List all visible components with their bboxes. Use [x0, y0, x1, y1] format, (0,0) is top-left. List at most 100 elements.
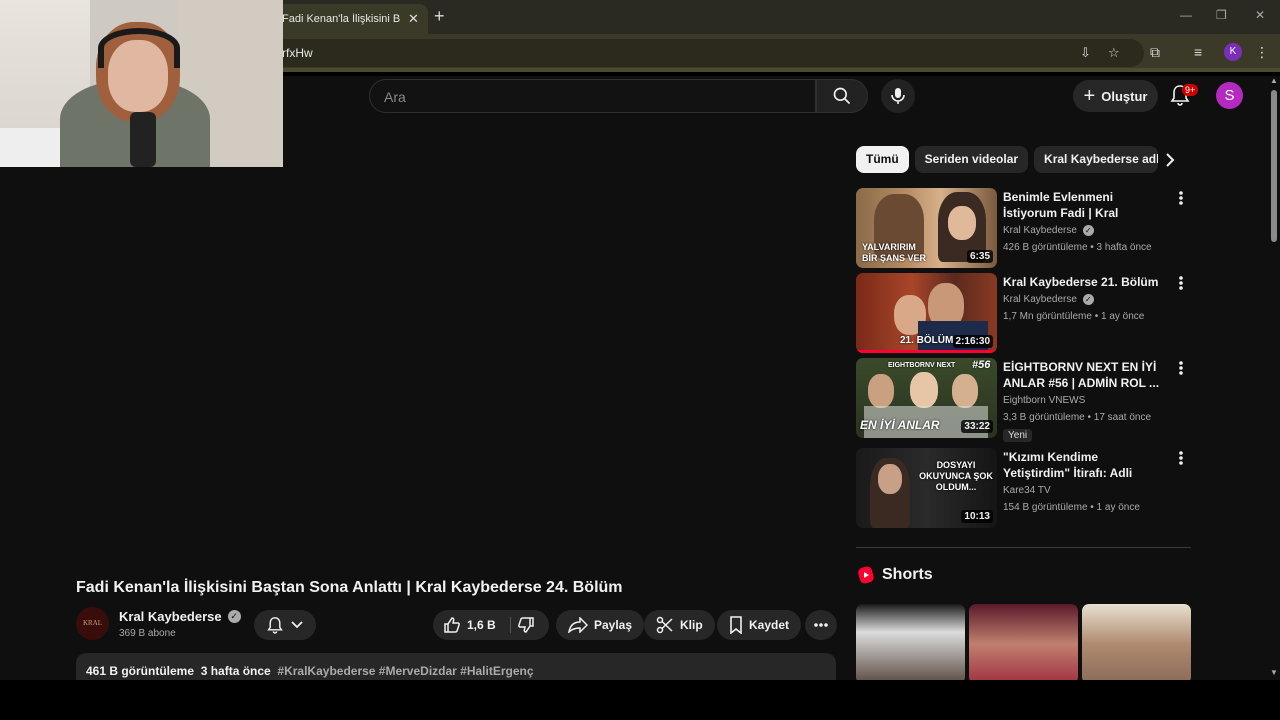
- video-meta: 154 B görüntüleme • 1 ay önce: [1003, 502, 1140, 513]
- omnibox[interactable]: rfxHw ⇩ ☆: [248, 39, 1144, 67]
- recommendation-item[interactable]: 21. BÖLÜM 2:16:30 Kral Kaybederse 21. Bö…: [856, 273, 1191, 353]
- channel-avatar[interactable]: KRAL: [76, 607, 109, 640]
- minimize-icon[interactable]: —: [1180, 8, 1192, 22]
- short-thumbnail[interactable]: [1082, 604, 1191, 680]
- shorts-logo-icon: [858, 566, 874, 584]
- thumbnail-caption: YALVARIRIM BİR ŞANS VER: [862, 242, 927, 263]
- subscriber-count: 369 B abone: [119, 628, 176, 639]
- create-button[interactable]: + Oluştur: [1073, 80, 1158, 112]
- video-duration: 2:16:30: [952, 335, 993, 348]
- chevron-right-icon[interactable]: [1163, 152, 1177, 168]
- video-thumbnail[interactable]: EIGHTBORNV NEXT #56 EN İYİ ANLAR 33:22: [856, 358, 997, 438]
- hashtags[interactable]: #KralKaybederse #MerveDizdar #HalitErgen…: [277, 664, 533, 678]
- dislike-button[interactable]: [517, 616, 535, 639]
- notification-badge: 9+: [1182, 84, 1199, 96]
- microphone-icon: [891, 88, 905, 104]
- browser-tab[interactable]: Fadi Kenan'la İlişkisini Baştan Sona Anl…: [268, 4, 428, 34]
- tab-close-icon[interactable]: ✕: [408, 11, 419, 27]
- scroll-up-arrow-icon[interactable]: ▲: [1270, 76, 1278, 85]
- upload-age: 3 hafta önce: [200, 664, 271, 678]
- window-close-icon[interactable]: ✕: [1255, 8, 1265, 22]
- video-duration: 10:13: [961, 510, 993, 523]
- video-thumbnail[interactable]: DOSYAYI OKUYUNCA ŞOK OLDUM... 10:13: [856, 448, 997, 528]
- share-label: Paylaş: [594, 618, 633, 632]
- url-text: rfxHw: [282, 46, 313, 60]
- chip-series-videos[interactable]: Seriden videolar: [914, 146, 1029, 173]
- chip-kral-kaybederse[interactable]: Kral Kaybederse adlı yapım: [1034, 146, 1159, 173]
- save-label: Kaydet: [749, 618, 790, 632]
- channel-name[interactable]: Kral Kaybederse ✓: [1003, 294, 1094, 305]
- shorts-label: Shorts: [882, 566, 933, 583]
- video-title[interactable]: Kral Kaybederse 21. Bölüm: [1003, 274, 1163, 290]
- share-button[interactable]: Paylaş: [556, 610, 645, 640]
- shorts-heading: Shorts: [858, 566, 933, 584]
- video-title[interactable]: "Kızımı Kendime Yetiştirdim" İtirafı: Ad…: [1003, 449, 1163, 481]
- video-duration: 6:35: [966, 250, 993, 263]
- short-thumbnail[interactable]: [969, 604, 1078, 680]
- video-thumbnail[interactable]: 21. BÖLÜM 2:16:30: [856, 273, 997, 353]
- search-placeholder: Ara: [384, 89, 406, 105]
- video-title[interactable]: EİGHTBORNV NEXT EN İYİ ANLAR #56 | ADMİN…: [1003, 359, 1163, 391]
- share-icon: [568, 617, 588, 633]
- browser-menu-icon[interactable]: ⋮: [1255, 44, 1269, 61]
- search-input[interactable]: Ara: [369, 79, 816, 113]
- search-button[interactable]: [816, 79, 868, 113]
- scissors-icon: [656, 616, 673, 634]
- verified-icon: ✓: [1082, 294, 1094, 305]
- short-thumbnail[interactable]: [856, 604, 965, 680]
- tab-title: Fadi Kenan'la İlişkisini Baştan Sona Anl…: [282, 13, 400, 25]
- bookmark-icon: [730, 616, 742, 634]
- channel-name[interactable]: Kral Kaybederse ✓: [1003, 225, 1094, 236]
- bottom-black-bar: [0, 680, 1280, 720]
- page-scrollbar[interactable]: ▲ ▼: [1268, 76, 1280, 680]
- verified-icon: ✓: [227, 610, 241, 623]
- restore-icon[interactable]: ❐: [1216, 8, 1227, 22]
- like-button[interactable]: 1,6 B: [443, 616, 496, 634]
- thumbnail-number: #56: [972, 359, 991, 371]
- account-avatar[interactable]: S: [1216, 82, 1243, 109]
- channel-name-link[interactable]: Kral Kaybederse ✓: [119, 609, 241, 624]
- more-options-icon[interactable]: [1178, 275, 1184, 291]
- save-button[interactable]: Kaydet: [717, 610, 802, 640]
- channel-name[interactable]: Kare34 TV: [1003, 485, 1051, 496]
- thumbs-down-icon: [518, 617, 534, 633]
- section-divider: [856, 547, 1191, 548]
- more-horizontal-icon: [814, 623, 828, 627]
- scrollbar-thumb[interactable]: [1271, 90, 1277, 242]
- bell-icon: [267, 617, 283, 634]
- more-options-icon[interactable]: [1178, 450, 1184, 466]
- more-actions-button[interactable]: [805, 610, 837, 640]
- view-count: 461 B görüntüleme: [86, 664, 195, 678]
- voice-search-button[interactable]: [881, 79, 915, 113]
- video-title[interactable]: Benimle Evlenmeni İstiyorum Fadi | Kral …: [1003, 189, 1163, 221]
- install-app-icon[interactable]: ⇩: [1080, 45, 1091, 61]
- subscription-bell-button[interactable]: [254, 610, 316, 640]
- create-label: Oluştur: [1101, 88, 1148, 104]
- media-control-icon[interactable]: ≡: [1194, 44, 1202, 60]
- thumbs-up-icon: [444, 617, 460, 633]
- video-meta: 1,7 Mn görüntüleme • 1 ay önce: [1003, 311, 1145, 322]
- plus-icon: +: [1083, 84, 1096, 107]
- chip-all[interactable]: Tümü: [856, 146, 909, 173]
- more-options-icon[interactable]: [1178, 360, 1184, 376]
- clip-button[interactable]: Klip: [644, 610, 715, 640]
- new-tab-button[interactable]: +: [434, 6, 445, 27]
- more-options-icon[interactable]: [1178, 190, 1184, 206]
- watch-progress-bar: [856, 350, 997, 353]
- like-dislike-group: 1,6 B: [433, 610, 549, 640]
- like-separator: [510, 617, 511, 633]
- extensions-icon[interactable]: ⧉: [1150, 44, 1160, 61]
- scroll-down-arrow-icon[interactable]: ▼: [1270, 668, 1278, 677]
- recommendation-item[interactable]: EIGHTBORNV NEXT #56 EN İYİ ANLAR 33:22 E…: [856, 358, 1191, 442]
- video-thumbnail[interactable]: YALVARIRIM BİR ŞANS VER 6:35: [856, 188, 997, 268]
- video-description-box[interactable]: 461 B görüntüleme 3 hafta önce #KralKayb…: [76, 653, 836, 680]
- recommendation-item[interactable]: DOSYAYI OKUYUNCA ŞOK OLDUM... 10:13 "Kız…: [856, 448, 1191, 528]
- channel-name-text: Kral Kaybederse: [1003, 294, 1077, 305]
- like-count: 1,6 B: [467, 618, 496, 632]
- channel-name-text: Kral Kaybederse: [119, 609, 222, 624]
- channel-name[interactable]: Eightborn VNEWS: [1003, 395, 1085, 406]
- recommendation-item[interactable]: YALVARIRIM BİR ŞANS VER 6:35 Benimle Evl…: [856, 188, 1191, 268]
- new-badge: Yeni: [1003, 429, 1033, 442]
- bookmark-star-icon[interactable]: ☆: [1108, 45, 1120, 61]
- browser-profile-avatar[interactable]: K: [1224, 43, 1242, 61]
